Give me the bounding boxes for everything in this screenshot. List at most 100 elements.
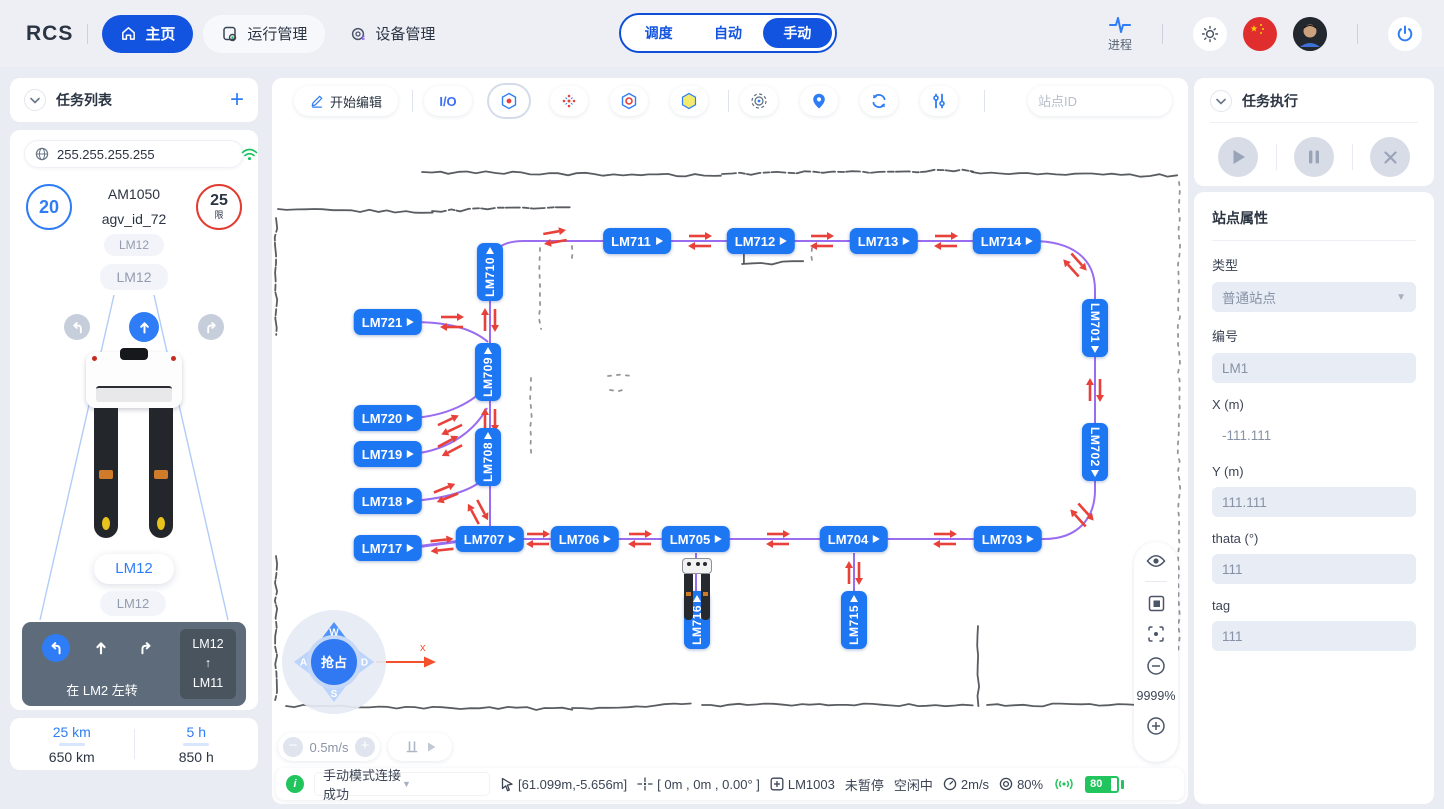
prop-field-value[interactable] — [1212, 353, 1416, 383]
theme-toggle-button[interactable] — [1193, 17, 1227, 51]
start-edit-button[interactable]: 开始编辑 — [294, 86, 398, 116]
prop-field-select[interactable]: 普通站点▼ — [1212, 282, 1416, 312]
layers-button[interactable] — [1148, 595, 1165, 612]
fork-pad — [154, 470, 168, 479]
map-station[interactable]: LM708 — [475, 428, 501, 486]
layer-stations-button[interactable] — [490, 86, 528, 116]
map-station[interactable]: LM711 — [603, 228, 671, 254]
process-button[interactable]: 进程 — [1108, 15, 1132, 53]
speed-minus-button[interactable]: − — [283, 737, 303, 757]
map-robot[interactable] — [682, 558, 712, 620]
layer-pointcloud-button[interactable] — [550, 86, 588, 116]
map-station[interactable]: LM717 — [354, 535, 422, 561]
status-message-select[interactable]: 手动模式连接成功 ▼ — [314, 772, 490, 796]
speed-plus-button[interactable]: + — [355, 737, 375, 757]
refresh-button[interactable] — [860, 86, 898, 116]
process-label: 进程 — [1108, 36, 1132, 53]
turn-left-icon — [70, 320, 85, 335]
nav-devices[interactable]: 设备管理 — [331, 15, 453, 53]
divider — [1162, 24, 1163, 44]
speed-value: 0.5m/s — [309, 740, 348, 755]
pause-task-button[interactable] — [1294, 137, 1334, 177]
ip-input[interactable] — [57, 147, 233, 162]
cursor-position-value: [61.099m,-5.656m] — [518, 777, 627, 792]
fork-action-button[interactable] — [388, 733, 452, 761]
hexagon-target-icon — [619, 91, 639, 111]
power-button[interactable] — [1388, 17, 1422, 51]
station-props-card: 站点属性 类型普通站点▼编号X (m)-111.111Y (m)thata (°… — [1194, 192, 1434, 804]
nav-home[interactable]: 主页 — [102, 15, 193, 53]
map-station[interactable]: LM709 — [475, 343, 501, 401]
map-station[interactable]: LM710 — [477, 243, 503, 301]
map-station[interactable]: LM719 — [354, 441, 422, 467]
prop-field-label: tag — [1212, 598, 1416, 613]
map-station[interactable]: LM705 — [662, 526, 730, 552]
prop-input[interactable] — [1222, 629, 1406, 644]
turn-right-button[interactable] — [198, 314, 224, 340]
target-icon — [999, 777, 1013, 791]
layer-target-button[interactable] — [610, 86, 648, 116]
prop-field-value[interactable] — [1212, 621, 1416, 651]
nav-operations[interactable]: 运行管理 — [203, 15, 325, 53]
map-station[interactable]: LM713 — [850, 228, 918, 254]
map-station[interactable]: LM707 — [456, 526, 524, 552]
station-arrow-icon — [780, 237, 787, 245]
prop-input[interactable] — [1222, 361, 1406, 376]
map-station[interactable]: LM714 — [973, 228, 1041, 254]
station-search-input[interactable] — [1038, 94, 1188, 109]
map-station[interactable]: LM702 — [1082, 423, 1108, 481]
prop-field-value[interactable] — [1212, 554, 1416, 584]
map-station[interactable]: LM715 — [841, 591, 867, 649]
prop-field-value[interactable] — [1212, 487, 1416, 517]
forklift-light-left — [92, 356, 97, 361]
cancel-task-button[interactable] — [1370, 137, 1410, 177]
top-bar: RCS 主页 运行管理 设备管理 调度 自动 手动 进程 — [0, 0, 1444, 67]
svg-text:A: A — [300, 658, 307, 669]
map-station[interactable]: LM706 — [551, 526, 619, 552]
map-station[interactable]: LM718 — [354, 488, 422, 514]
play-task-button[interactable] — [1218, 137, 1258, 177]
map-station[interactable]: LM720 — [354, 405, 422, 431]
filter-sliders-button[interactable] — [920, 86, 958, 116]
map-station[interactable]: LM712 — [727, 228, 795, 254]
robot-dot — [703, 562, 707, 566]
map-station[interactable]: LM721 — [354, 309, 422, 335]
manual-joystick[interactable]: W A D S 抢占 — [280, 608, 388, 716]
map-station[interactable]: LM704 — [820, 526, 888, 552]
station-arrow-icon — [1091, 346, 1099, 353]
center-focus-button[interactable] — [1147, 625, 1165, 643]
zoom-out-button[interactable] — [1146, 656, 1166, 676]
collapse-task-exec-button[interactable] — [1210, 90, 1232, 112]
layer-zone-button[interactable] — [670, 86, 708, 116]
svg-text:D: D — [361, 658, 368, 669]
mode-dispatch[interactable]: 调度 — [624, 18, 693, 48]
speed-limit-tag: 限 — [214, 208, 223, 221]
go-straight-button[interactable] — [129, 312, 159, 342]
add-task-button[interactable]: + — [230, 90, 244, 110]
locate-pin-button[interactable] — [800, 86, 838, 116]
user-avatar[interactable] — [1293, 17, 1327, 51]
route-arrow: ↑ — [205, 654, 211, 673]
map-station[interactable]: LM701 — [1082, 299, 1108, 357]
radar-button[interactable] — [740, 86, 778, 116]
nav-devices-label: 设备管理 — [375, 23, 435, 44]
language-flag-button[interactable] — [1243, 17, 1277, 51]
station-arrow-icon — [484, 347, 492, 354]
speed-indicator: 2m/s — [943, 777, 989, 792]
prop-input[interactable] — [1222, 495, 1406, 510]
turn-left-button[interactable] — [64, 314, 90, 340]
signal-icon — [1053, 777, 1075, 791]
zoom-in-button[interactable] — [1146, 716, 1166, 736]
collapse-task-list-button[interactable] — [24, 89, 46, 111]
forklift-panel — [96, 386, 172, 402]
prop-input[interactable] — [1222, 562, 1406, 577]
visibility-eye-button[interactable] — [1146, 554, 1166, 568]
mode-auto[interactable]: 自动 — [693, 18, 762, 48]
mode-manual[interactable]: 手动 — [763, 18, 832, 48]
distance-total: 650 km — [10, 749, 134, 765]
forklift-body — [86, 352, 182, 408]
up-arrow-icon — [137, 320, 152, 335]
station-arrow-icon — [486, 247, 494, 254]
io-button[interactable]: I/O — [424, 86, 472, 116]
map-station[interactable]: LM703 — [974, 526, 1042, 552]
